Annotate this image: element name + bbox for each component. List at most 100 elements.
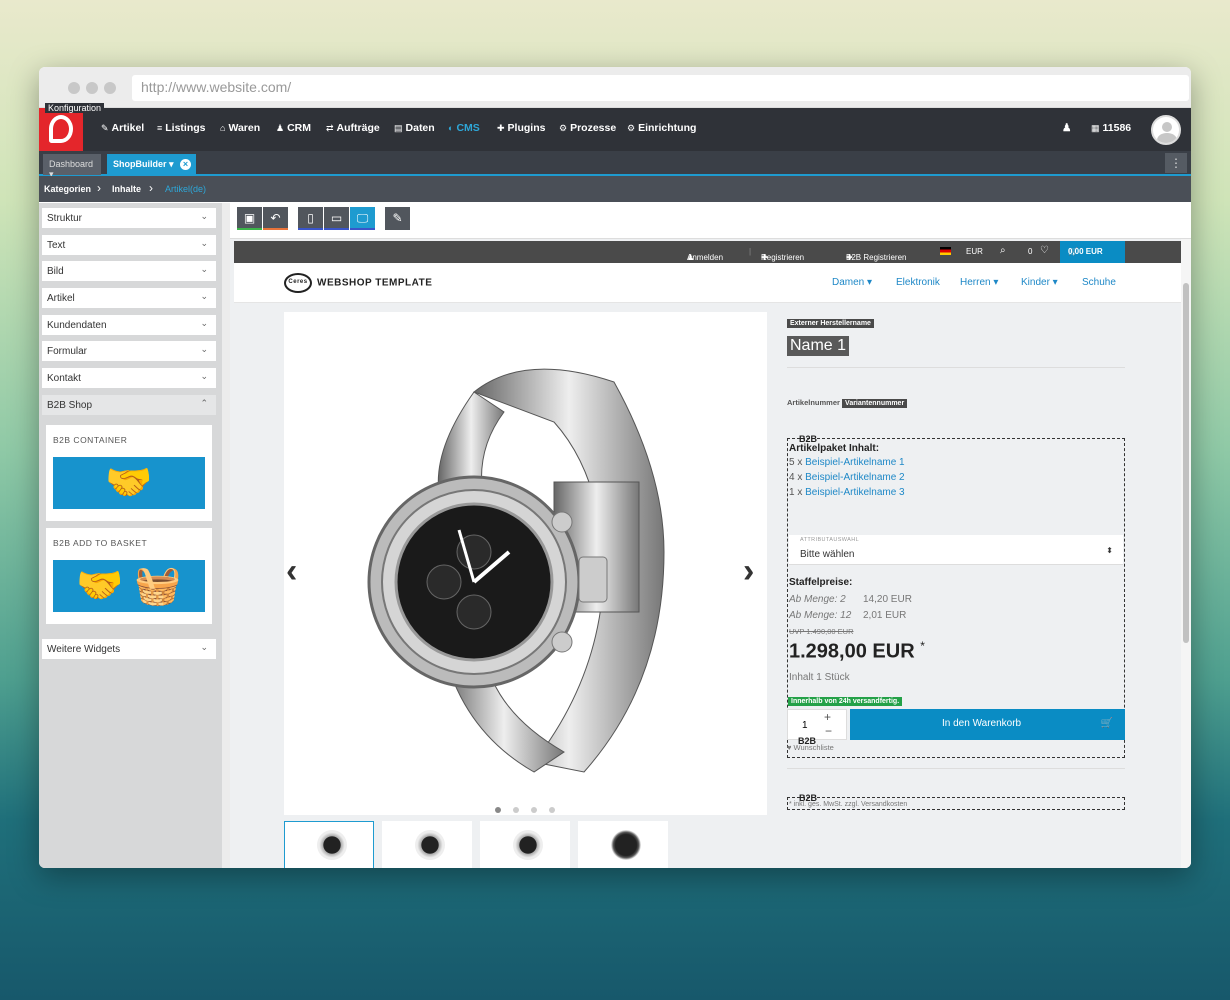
section-kundendaten[interactable]: Kundendaten ⌄ xyxy=(42,315,216,335)
browser-chrome: http://www.website.com/ xyxy=(39,67,1191,108)
carousel-dots[interactable] xyxy=(495,800,567,818)
article-number: Artikelnummer Variantennummer xyxy=(787,398,908,408)
section-text[interactable]: Text ⌄ xyxy=(42,235,216,255)
search-icon[interactable]: ⌕ xyxy=(1000,245,1006,256)
plus-icon[interactable]: + xyxy=(824,710,831,724)
nav-cms[interactable]: ◐ CMS xyxy=(448,122,480,134)
german-flag-icon[interactable] xyxy=(940,247,951,255)
menu-herren[interactable]: Herren ▾ xyxy=(960,277,998,288)
heart-icon[interactable]: ♡ xyxy=(1040,245,1049,256)
section-b2b-shop[interactable]: B2B Shop ⌃ xyxy=(42,395,216,415)
section-weitere-widgets[interactable]: Weitere Widgets ⌄ xyxy=(42,639,216,659)
tier-row: Ab Menge: 2 14,20 EUR xyxy=(789,594,912,605)
menu-elektronik[interactable]: Elektronik xyxy=(896,277,940,288)
menu-schuhe[interactable]: Schuhe xyxy=(1082,277,1116,288)
tab-bar: Dashboard ▾ ShopBuilder ▾ × ⋮ xyxy=(39,151,1191,179)
product-name: Name 1 xyxy=(787,336,850,356)
preview-scrollbar[interactable] xyxy=(1181,239,1191,868)
section-formular[interactable]: Formular ⌄ xyxy=(42,341,216,361)
minus-icon[interactable]: − xyxy=(825,724,832,738)
user-icon[interactable]: ♟ xyxy=(1062,122,1071,134)
manufacturer-badge: Externer Herstellername xyxy=(787,319,874,328)
chevron-down-icon: ⌄ xyxy=(200,371,208,381)
shop-preview: ♟ Anmelden | ✚ Registrieren ✚ B2B Regist… xyxy=(230,239,1191,868)
nav-plugins[interactable]: ✚ Plugins xyxy=(497,122,545,134)
account-id[interactable]: ▦ 11586 xyxy=(1091,122,1131,134)
product-details: Externer Herstellername Name 1 Artikelnu… xyxy=(787,312,1127,810)
more-options-icon[interactable]: ⋮ xyxy=(1165,153,1187,173)
shop-header: Ceres WEBSHOP TEMPLATE Damen ▾ Elektronik… xyxy=(234,263,1181,303)
building-icon: ▦ xyxy=(1091,123,1100,133)
wishlist-count[interactable]: 0 xyxy=(1028,247,1032,256)
menu-damen[interactable]: Damen ▾ xyxy=(832,277,872,288)
handshake-basket-icon: 🤝 🧺 xyxy=(53,560,205,612)
chevron-down-icon: ⌄ xyxy=(200,211,208,221)
widget-sidebar: Struktur ⌄ Text ⌄ Bild ⌄ Artikel ⌄ Kundendat… xyxy=(39,203,224,868)
menu-kinder[interactable]: Kinder ▾ xyxy=(1021,277,1058,288)
shipping-badge: Innerhalb von 24h versandfertig. xyxy=(788,697,903,706)
nav-auftraege[interactable]: ⇄ Aufträge xyxy=(326,122,380,134)
undo-icon[interactable]: ↶ xyxy=(263,207,288,230)
list-item[interactable]: 5 x Beispiel-Artikelname 1 xyxy=(789,457,905,468)
wishlist-link[interactable]: ♥ Wunschliste xyxy=(787,743,834,752)
chevron-left-icon[interactable]: ‹ xyxy=(286,552,297,591)
nav-artikel[interactable]: ✎ Artikel xyxy=(101,122,144,134)
breadcrumb-kategorien[interactable]: Kategorien xyxy=(44,184,91,194)
cart-icon: 🛒 xyxy=(1100,718,1113,729)
breadcrumb-inhalte[interactable]: Inhalte xyxy=(112,184,141,194)
konfiguration-tooltip: Konfiguration xyxy=(45,103,105,113)
nav-crm[interactable]: ♟ CRM xyxy=(276,122,311,134)
edit-pen-icon[interactable]: ✎ xyxy=(385,207,410,230)
widget-b2b-container[interactable]: B2B CONTAINER 🤝 xyxy=(46,425,212,521)
product-price: 1.298,00 EUR * xyxy=(789,639,925,663)
widget-b2b-add-to-basket[interactable]: B2B ADD TO BASKET 🤝 🧺 xyxy=(46,528,212,624)
attribute-select[interactable]: ATTRIBUTAUSWAHL Bitte wählen ⬍ xyxy=(789,535,1123,565)
thumbnail[interactable] xyxy=(480,821,570,868)
address-bar[interactable]: http://www.website.com/ xyxy=(132,75,1189,101)
thumbnail[interactable] xyxy=(382,821,472,868)
mobile-view-icon[interactable]: ▯ xyxy=(298,207,323,230)
cart-button[interactable]: 🛒 0,00 EUR xyxy=(1060,241,1125,263)
breadcrumb-artikel[interactable]: Artikel(de) xyxy=(165,184,206,194)
chevron-down-icon: ⌄ xyxy=(200,344,208,354)
sidebar-scrollbar[interactable] xyxy=(222,203,230,868)
section-artikel[interactable]: Artikel ⌄ xyxy=(42,288,216,308)
window-maximize-dot[interactable] xyxy=(104,82,116,94)
section-kontakt[interactable]: Kontakt ⌄ xyxy=(42,368,216,388)
tab-shopbuilder[interactable]: ShopBuilder ▾ × xyxy=(107,154,196,175)
section-bild[interactable]: Bild ⌄ xyxy=(42,261,216,281)
chevron-right-icon[interactable]: › xyxy=(743,552,754,591)
close-tab-icon[interactable]: × xyxy=(180,159,191,170)
ceres-logo: Ceres xyxy=(284,273,312,293)
section-struktur[interactable]: Struktur ⌄ xyxy=(42,208,216,228)
vat-note: * inkl. ges. MwSt. zzgl. Versandkosten xyxy=(789,801,908,808)
thumbnail[interactable] xyxy=(284,821,374,868)
list-item[interactable]: 4 x Beispiel-Artikelname 2 xyxy=(789,472,905,483)
plenty-logo[interactable] xyxy=(39,108,83,151)
window-close-dot[interactable] xyxy=(68,82,80,94)
breadcrumb-separator: › xyxy=(97,181,101,195)
nav-listings[interactable]: ≡ Listings xyxy=(157,122,206,134)
add-to-basket-button[interactable]: In den Warenkorb 🛒 xyxy=(850,709,1125,740)
avatar[interactable] xyxy=(1151,115,1181,145)
nav-einrichtung[interactable]: ⚙ Einrichtung xyxy=(627,122,696,134)
save-icon[interactable]: ▣ xyxy=(237,207,262,230)
breadcrumb: Kategorien › Inhalte › Artikel(de) xyxy=(39,176,1191,202)
handshake-icon: 🤝 xyxy=(53,457,205,509)
tier-row: Ab Menge: 12 2,01 EUR xyxy=(789,610,907,621)
thumbnail[interactable] xyxy=(578,821,668,868)
b2b-vat-container[interactable]: B2B * inkl. ges. MwSt. zzgl. Versandkost… xyxy=(787,793,1125,810)
desktop-view-icon[interactable]: 🖵 xyxy=(350,207,375,230)
browser-window: http://www.website.com/ Konfiguration ✎ A… xyxy=(39,67,1191,868)
nav-prozesse[interactable]: ⚙ Prozesse xyxy=(559,122,616,134)
tab-dashboard[interactable]: Dashboard ▾ xyxy=(43,154,101,179)
list-item[interactable]: 1 x Beispiel-Artikelname 3 xyxy=(789,487,905,498)
nav-daten[interactable]: ▤ Daten xyxy=(394,122,435,134)
currency-select[interactable]: EUR xyxy=(966,247,983,256)
tablet-view-icon[interactable]: ▭ xyxy=(324,207,349,230)
shop-brand[interactable]: Ceres WEBSHOP TEMPLATE xyxy=(284,273,432,293)
chevron-down-icon: ⌄ xyxy=(200,642,208,652)
window-minimize-dot[interactable] xyxy=(86,82,98,94)
quantity-stepper[interactable]: 1 + − xyxy=(787,709,847,740)
nav-waren[interactable]: ⌂ Waren xyxy=(220,122,260,134)
